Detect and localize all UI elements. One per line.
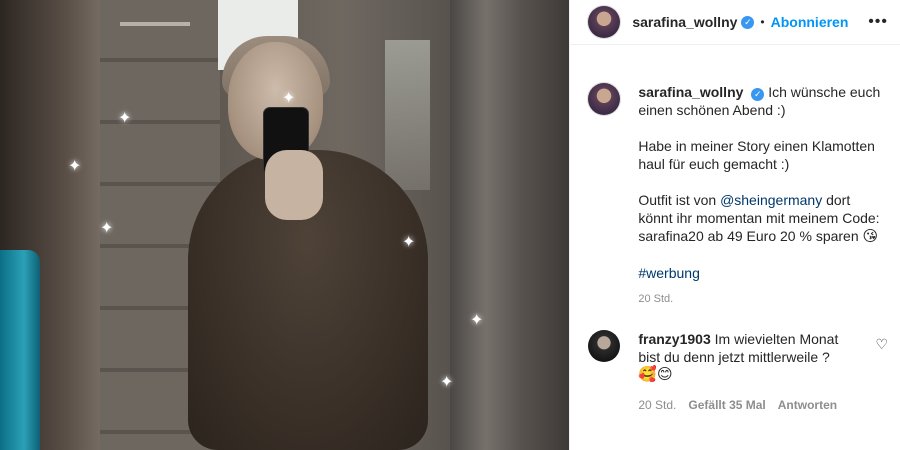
mention-link[interactable]: @sheingermany: [720, 192, 822, 208]
instagram-post: ✦ ✦ ✦ ✦ ✦ ✦ ✦ sarafina_wollny ✓ • Abonni…: [0, 0, 900, 450]
verified-badge-icon: ✓: [741, 15, 755, 29]
comment-author-username[interactable]: franzy1903: [638, 331, 710, 347]
photo-person-hand: [265, 150, 323, 220]
sparkle-icon: ✦: [118, 110, 132, 127]
follow-button[interactable]: Abonnieren: [771, 14, 849, 30]
post-caption: sarafina_wollny ✓ Ich wünsche euch einen…: [588, 45, 888, 308]
post-author-username[interactable]: sarafina_wollny: [632, 14, 737, 30]
more-options-icon[interactable]: •••: [868, 13, 888, 31]
sparkle-icon: ✦: [68, 158, 82, 175]
comment-likes-count[interactable]: Gefällt 35 Mal: [688, 396, 765, 414]
caption-author-username[interactable]: sarafina_wollny: [638, 84, 743, 100]
caption-timestamp[interactable]: 20 Std.: [638, 290, 888, 308]
comment-emojis: 🥰😊: [638, 366, 673, 383]
photo-mirror-frame: [450, 0, 570, 450]
photo-towel: [0, 250, 40, 450]
avatar[interactable]: [588, 6, 621, 38]
sparkle-icon: ✦: [402, 234, 416, 251]
avatar[interactable]: [588, 83, 621, 115]
avatar[interactable]: [588, 330, 621, 362]
kiss-emoji-icon: 😘: [862, 228, 879, 245]
sparkle-icon: ✦: [470, 312, 484, 329]
comment-item: franzy1903 Im wievielten Monat bist du d…: [588, 330, 888, 414]
comment-meta: 20 Std. Gefällt 35 Mal Antworten: [638, 396, 858, 414]
caption-line-3-prefix: Outfit ist von: [638, 192, 717, 208]
comments-area: sarafina_wollny ✓ Ich wünsche euch einen…: [570, 45, 900, 450]
comment-timestamp[interactable]: 20 Std.: [638, 396, 676, 414]
hashtag-link[interactable]: #werbung: [638, 265, 700, 281]
post-photo[interactable]: ✦ ✦ ✦ ✦ ✦ ✦ ✦: [0, 0, 570, 450]
verified-badge-icon: ✓: [751, 87, 765, 101]
caption-text: sarafina_wollny ✓ Ich wünsche euch einen…: [638, 83, 888, 308]
sparkle-icon: ✦: [100, 220, 114, 237]
comment-body: franzy1903 Im wievielten Monat bist du d…: [638, 330, 858, 414]
caption-line-2: Habe in meiner Story einen Klamotten hau…: [638, 138, 875, 172]
heart-icon[interactable]: ♡: [875, 336, 888, 414]
sparkle-icon: ✦: [282, 90, 296, 107]
reply-button[interactable]: Antworten: [778, 396, 837, 414]
post-header: sarafina_wollny ✓ • Abonnieren •••: [570, 0, 900, 45]
photo-shelf: [385, 40, 430, 190]
post-side-panel: sarafina_wollny ✓ • Abonnieren ••• saraf…: [569, 0, 900, 450]
sparkle-icon: ✦: [440, 374, 454, 391]
header-separator: •: [760, 15, 765, 29]
